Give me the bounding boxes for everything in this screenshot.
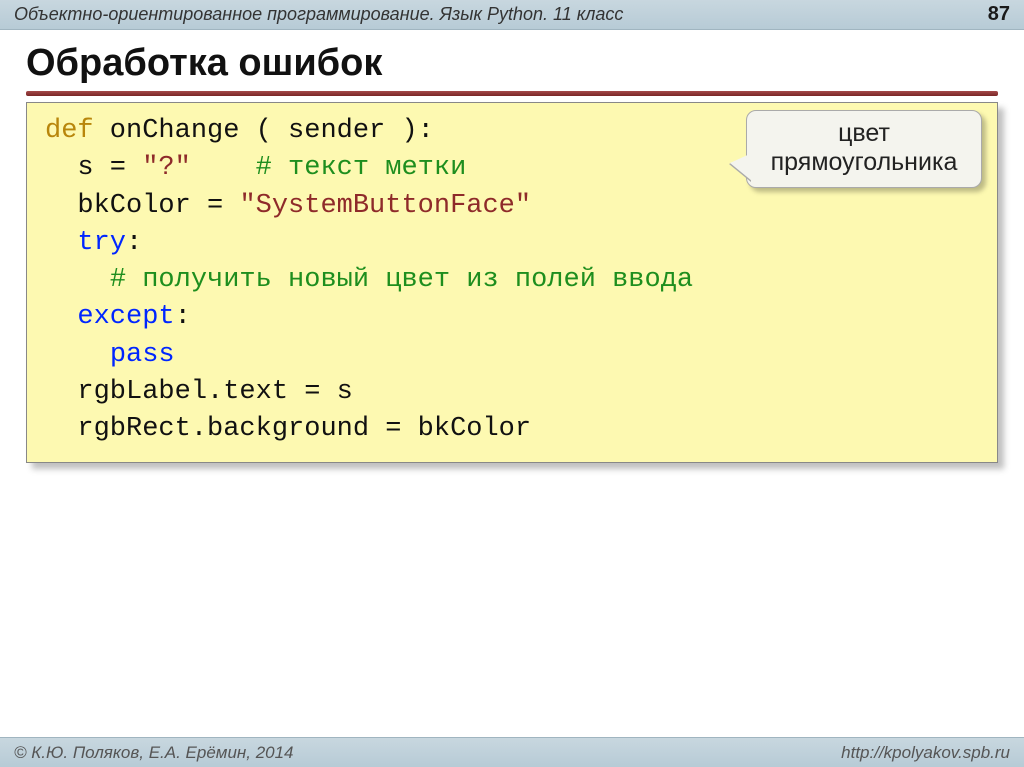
footer-link: http://kpolyakov.spb.ru (841, 743, 1010, 763)
line-rgbrect: rgbRect.background = bkColor (77, 414, 531, 444)
slide-title: Обработка ошибок (0, 30, 1024, 91)
callout-line1: цвет (757, 119, 971, 148)
content-area: def onChange ( sender ): s = "?" # текст… (0, 96, 1024, 463)
str-systembuttonface: "SystemButtonFace" (239, 191, 531, 221)
kw-except: except (77, 302, 174, 332)
page-number: 87 (988, 3, 1010, 26)
paren-close: ): (401, 116, 433, 146)
kw-pass: pass (110, 340, 175, 370)
gap (191, 153, 256, 183)
indent (45, 228, 77, 258)
str-qmark: "?" (142, 153, 191, 183)
indent (45, 265, 110, 295)
callout-tail-icon (730, 153, 752, 181)
indent (45, 153, 77, 183)
indent (45, 302, 77, 332)
colon: : (175, 302, 191, 332)
comment-getcolor: # получить новый цвет из полей ввода (110, 265, 693, 295)
indent (45, 414, 77, 444)
eq: = (191, 191, 240, 221)
footer-copyright: © К.Ю. Поляков, Е.А. Ерёмин, 2014 (14, 743, 294, 763)
indent (45, 340, 110, 370)
var-s: s (77, 153, 93, 183)
footer: © К.Ю. Поляков, Е.А. Ерёмин, 2014 http:/… (0, 737, 1024, 767)
indent (45, 191, 77, 221)
callout-line2: прямоугольника (757, 148, 971, 177)
var-bkcolor: bkColor (77, 191, 190, 221)
line-rgblabel: rgbLabel.text = s (77, 377, 352, 407)
course-title: Объектно-ориентированное программировани… (14, 4, 623, 25)
colon: : (126, 228, 142, 258)
paren-open: ( (256, 116, 272, 146)
kw-try: try (77, 228, 126, 258)
fn-name: onChange (94, 116, 256, 146)
eq: = (94, 153, 143, 183)
kw-def: def (45, 116, 94, 146)
topbar: Объектно-ориентированное программировани… (0, 0, 1024, 30)
slide: Объектно-ориентированное программировани… (0, 0, 1024, 767)
indent (45, 377, 77, 407)
callout-bubble: цвет прямоугольника (746, 110, 982, 188)
fn-arg: sender (272, 116, 402, 146)
comment-label: # текст метки (256, 153, 467, 183)
